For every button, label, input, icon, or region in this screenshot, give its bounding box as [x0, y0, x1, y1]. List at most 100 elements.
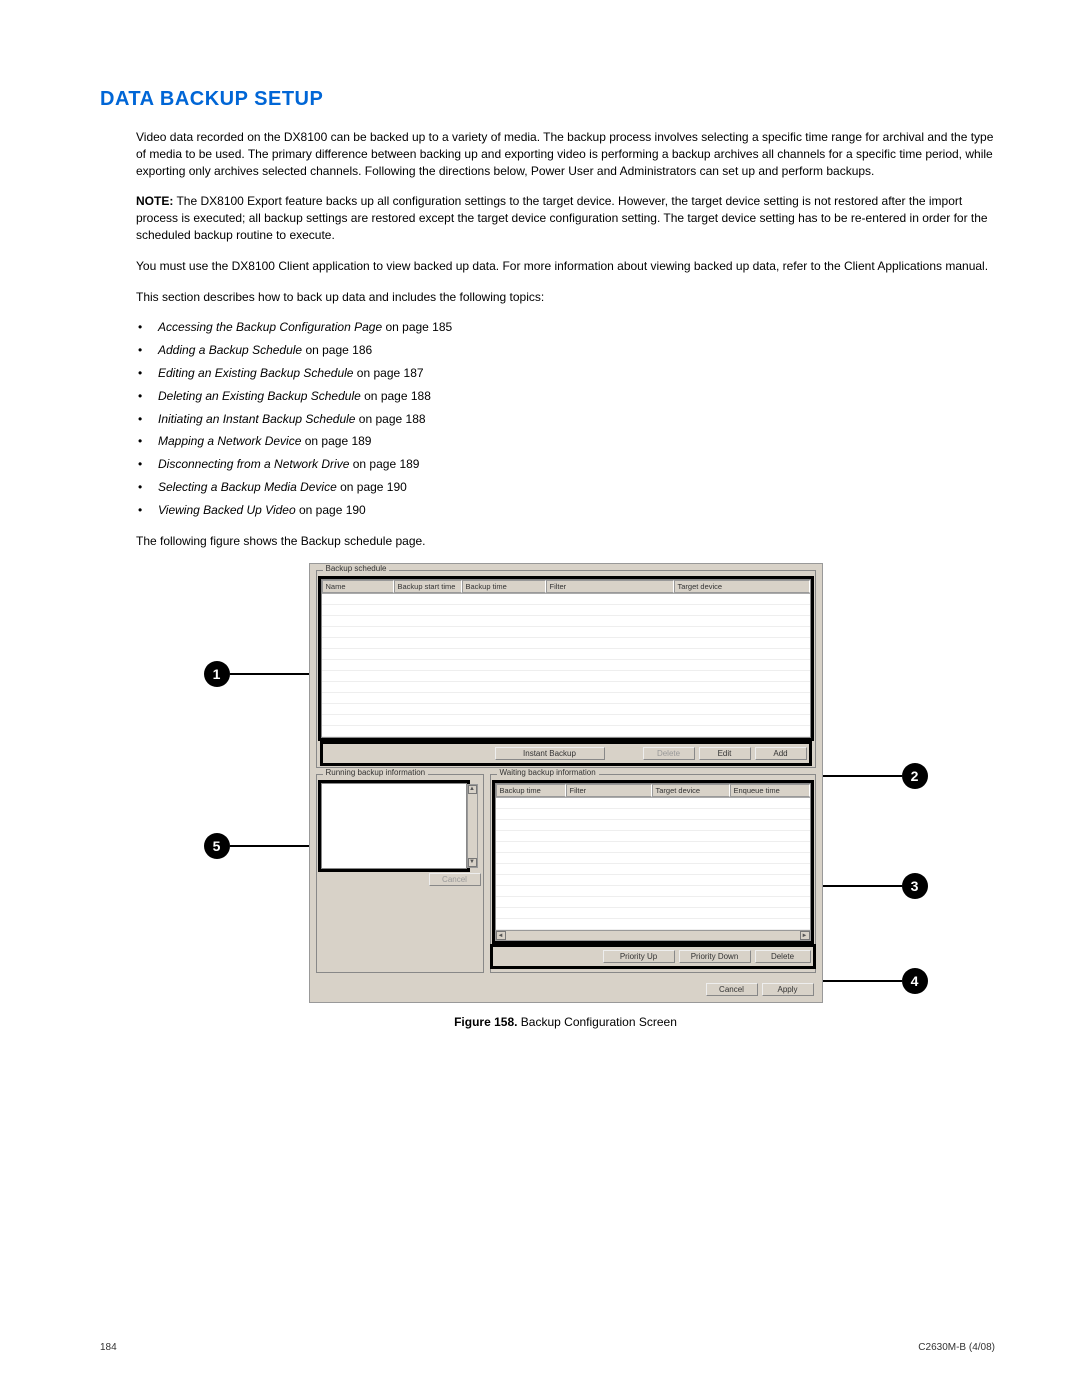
- callout-line: [820, 980, 902, 982]
- dialog-button-row: Cancel Apply: [316, 979, 816, 996]
- callout-line: [230, 673, 312, 675]
- scroll-up-icon[interactable]: ▲: [468, 785, 477, 794]
- table-row[interactable]: [496, 864, 810, 875]
- priority-up-button[interactable]: Priority Up: [603, 950, 675, 963]
- page-number: 184: [100, 1342, 117, 1353]
- col-filter[interactable]: Filter: [566, 784, 652, 797]
- callout-2: 2: [902, 763, 928, 789]
- scroll-down-icon[interactable]: ▼: [468, 858, 477, 867]
- table-row[interactable]: [496, 897, 810, 908]
- client-paragraph: You must use the DX8100 Client applicati…: [136, 258, 995, 275]
- callout-3: 3: [902, 873, 928, 899]
- intro-paragraph: Video data recorded on the DX8100 can be…: [136, 129, 995, 179]
- fieldset-legend: Waiting backup information: [497, 768, 599, 777]
- callout-line: [230, 845, 312, 847]
- table-row[interactable]: [496, 809, 810, 820]
- section-intro: This section describes how to back up da…: [136, 289, 995, 306]
- edit-button[interactable]: Edit: [699, 747, 751, 760]
- delete-button[interactable]: Delete: [643, 747, 695, 760]
- table-row[interactable]: [322, 605, 810, 616]
- figure-title: Backup Configuration Screen: [517, 1015, 676, 1029]
- section-heading: DATA BACKUP SETUP: [100, 88, 995, 111]
- list-item: Viewing Backed Up Video on page 190: [136, 502, 995, 519]
- horizontal-scrollbar[interactable]: ◄ ►: [495, 930, 811, 941]
- callout-5: 5: [204, 833, 230, 859]
- note-label: NOTE:: [136, 194, 173, 208]
- table-row[interactable]: [322, 660, 810, 671]
- backup-screenshot: Backup schedule Name Backup start time B…: [309, 563, 823, 1003]
- list-item: Editing an Existing Backup Schedule on p…: [136, 365, 995, 382]
- table-row[interactable]: [322, 704, 810, 715]
- table-row[interactable]: [322, 671, 810, 682]
- list-item: Deleting an Existing Backup Schedule on …: [136, 388, 995, 405]
- callout-line: [820, 885, 902, 887]
- apply-button[interactable]: Apply: [762, 983, 814, 996]
- table-body: [496, 798, 810, 930]
- callout-4: 4: [902, 968, 928, 994]
- list-item: Selecting a Backup Media Device on page …: [136, 479, 995, 496]
- note-paragraph: NOTE: The DX8100 Export feature backs up…: [136, 193, 995, 243]
- cancel-running-button[interactable]: Cancel: [429, 873, 481, 886]
- table-row[interactable]: [322, 649, 810, 660]
- waiting-table-wrap: Backup time Filter Target device Enqueue…: [495, 783, 811, 941]
- page-footer: 184 C2630M-B (4/08): [0, 1342, 1080, 1353]
- lower-row: Running backup information ▲ ▼ Cancel: [316, 774, 816, 979]
- scroll-left-icon[interactable]: ◄: [496, 931, 506, 940]
- add-button[interactable]: Add: [755, 747, 807, 760]
- col-name[interactable]: Name: [322, 580, 394, 593]
- priority-down-button[interactable]: Priority Down: [679, 950, 751, 963]
- col-filter[interactable]: Filter: [546, 580, 674, 593]
- list-item: Adding a Backup Schedule on page 186: [136, 342, 995, 359]
- table-row[interactable]: [322, 594, 810, 605]
- table-row[interactable]: [496, 886, 810, 897]
- delete-waiting-button[interactable]: Delete: [755, 950, 811, 963]
- table-row[interactable]: [496, 798, 810, 809]
- table-row[interactable]: [496, 831, 810, 842]
- table-row[interactable]: [322, 616, 810, 627]
- list-item: Accessing the Backup Configuration Page …: [136, 319, 995, 336]
- running-backup-fieldset: Running backup information ▲ ▼ Cancel: [316, 774, 484, 973]
- table-header: Name Backup start time Backup time Filte…: [322, 580, 810, 594]
- waiting-backup-fieldset: Waiting backup information Backup time F…: [490, 774, 816, 973]
- list-item: Initiating an Instant Backup Schedule on…: [136, 411, 995, 428]
- table-row[interactable]: [322, 638, 810, 649]
- table-row[interactable]: [322, 627, 810, 638]
- col-backup-time[interactable]: Backup time: [496, 784, 566, 797]
- col-target-device[interactable]: Target device: [652, 784, 730, 797]
- table-row[interactable]: [496, 919, 810, 930]
- waiting-button-row: Priority Up Priority Down Delete: [493, 947, 813, 966]
- figure-caption: Figure 158. Backup Configuration Screen: [176, 1015, 956, 1029]
- schedule-button-row: Instant Backup Delete Edit Add: [323, 744, 809, 763]
- table-row[interactable]: [496, 853, 810, 864]
- table-row[interactable]: [322, 715, 810, 726]
- topic-list: Accessing the Backup Configuration Page …: [136, 319, 995, 518]
- fieldset-legend: Running backup information: [323, 768, 429, 777]
- table-header: Backup time Filter Target device Enqueue…: [496, 784, 810, 798]
- table-row[interactable]: [322, 726, 810, 737]
- table-row[interactable]: [496, 842, 810, 853]
- figure-intro: The following figure shows the Backup sc…: [136, 533, 995, 550]
- note-body: The DX8100 Export feature backs up all c…: [136, 194, 988, 242]
- figure-container: 1 5 2 3 4 Backup schedule Name Backup st…: [176, 563, 956, 1029]
- scroll-right-icon[interactable]: ►: [800, 931, 810, 940]
- table-row[interactable]: [496, 875, 810, 886]
- running-button-row: Cancel: [319, 873, 481, 886]
- backup-schedule-fieldset: Backup schedule Name Backup start time B…: [316, 570, 816, 768]
- figure-label: Figure 158.: [454, 1015, 517, 1029]
- table-row[interactable]: [496, 908, 810, 919]
- table-row[interactable]: [322, 693, 810, 704]
- list-item: Mapping a Network Device on page 189: [136, 433, 995, 450]
- schedule-table: Name Backup start time Backup time Filte…: [321, 579, 811, 738]
- fieldset-legend: Backup schedule: [323, 564, 390, 573]
- col-enqueue-time[interactable]: Enqueue time: [730, 784, 810, 797]
- instant-backup-button[interactable]: Instant Backup: [495, 747, 605, 760]
- table-row[interactable]: [496, 820, 810, 831]
- col-target-device[interactable]: Target device: [674, 580, 810, 593]
- col-start-time[interactable]: Backup start time: [394, 580, 462, 593]
- table-row[interactable]: [322, 682, 810, 693]
- list-item: Disconnecting from a Network Drive on pa…: [136, 456, 995, 473]
- scrollbar[interactable]: ▲ ▼: [467, 784, 478, 868]
- cancel-button[interactable]: Cancel: [706, 983, 758, 996]
- doc-id: C2630M-B (4/08): [918, 1342, 995, 1353]
- col-backup-time[interactable]: Backup time: [462, 580, 546, 593]
